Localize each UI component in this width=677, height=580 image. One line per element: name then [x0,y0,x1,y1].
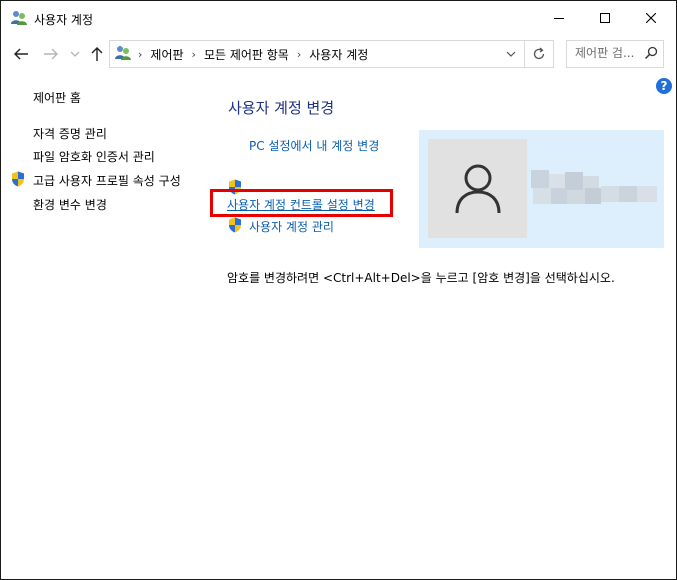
minimize-icon [554,18,564,19]
maximize-button[interactable] [582,1,628,35]
address-bar[interactable]: › 제어판 › 모든 제어판 항목 › 사용자 계정 [109,40,554,68]
arrow-right-icon [44,48,58,60]
avatar [428,139,527,238]
help-button[interactable]: ? [656,78,672,94]
chevron-down-icon [70,51,80,57]
address-history-button[interactable] [500,41,522,67]
arrow-left-icon [14,48,28,60]
user-accounts-window: 사용자 계정 › 제어판 › 모든 제어판 항목 › 사용자 계정 제어판 검.… [0,0,677,580]
breadcrumb-separator-icon[interactable]: › [297,48,301,61]
close-icon [646,13,656,23]
page-title: 사용자 계정 변경 [228,99,335,117]
search-box[interactable] [566,40,664,68]
user-silhouette-icon [455,164,500,213]
breadcrumb-separator-icon[interactable]: › [138,48,142,61]
account-panel [419,130,664,248]
search-icon[interactable] [644,46,658,60]
close-button[interactable] [628,1,674,35]
sidebar-item-control-panel-home[interactable]: 제어판 홈 [33,89,81,106]
sidebar-item-environment-variables[interactable]: 환경 변수 변경 [33,196,107,213]
chevron-down-icon [506,51,516,57]
window-title: 사용자 계정 [34,13,94,27]
breadcrumb-item[interactable]: 제어판 [150,46,183,63]
control-panel-icon [114,45,132,61]
sidebar-item-credential-manager[interactable]: 자격 증명 관리 [33,125,107,142]
manage-user-accounts-link[interactable]: 사용자 계정 관리 [249,218,334,235]
refresh-icon [533,47,545,60]
sidebar-item-advanced-user-profile[interactable]: 고급 사용자 프로필 속성 구성 [33,172,181,189]
shield-icon [11,171,25,187]
title-bar[interactable]: 사용자 계정 [1,1,676,35]
breadcrumb: › 제어판 › 모든 제어판 항목 › 사용자 계정 [136,46,374,63]
breadcrumb-item[interactable]: 모든 제어판 항목 [204,46,289,63]
up-button[interactable] [87,44,107,64]
change-account-in-pc-settings-link[interactable]: PC 설정에서 내 계정 변경 [249,137,379,154]
back-button[interactable] [11,44,31,64]
shield-icon [228,217,242,233]
highlight-annotation [210,189,393,217]
forward-button[interactable] [41,44,61,64]
minimize-button[interactable] [536,1,582,35]
breadcrumb-separator-icon[interactable]: › [192,48,196,61]
user-accounts-app-icon [10,10,28,26]
blurred-account-name [531,170,657,204]
refresh-button[interactable] [524,41,553,67]
arrow-up-icon [91,47,103,61]
password-change-hint: 암호를 변경하려면 <Ctrl+Alt+Del>을 누르고 [암호 변경]을 선… [227,271,615,285]
maximize-icon [600,13,610,23]
recent-locations-button[interactable] [65,44,85,64]
navigation-bar: › 제어판 › 모든 제어판 항목 › 사용자 계정 [1,37,676,71]
search-input[interactable] [567,41,643,65]
breadcrumb-item[interactable]: 사용자 계정 [309,46,368,63]
sidebar-item-file-encryption-certificates[interactable]: 파일 암호화 인증서 관리 [33,148,155,165]
